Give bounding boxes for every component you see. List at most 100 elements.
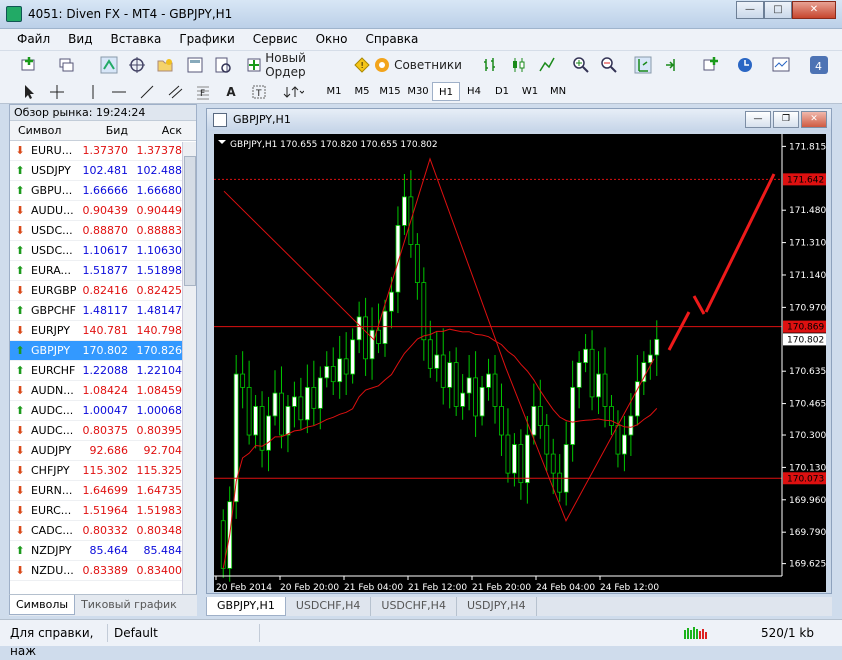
cursor-icon[interactable] bbox=[18, 81, 40, 103]
chart-close-icon[interactable]: ✕ bbox=[801, 111, 827, 128]
tab-symbols[interactable]: Символы bbox=[9, 595, 76, 615]
market-watch-row[interactable]: ⬇ EURC... 1.51964 1.51983 bbox=[10, 501, 196, 521]
timeframe-h4[interactable]: H4 bbox=[460, 82, 488, 101]
menu-help[interactable]: Справка bbox=[357, 29, 428, 50]
crosshair-active-icon[interactable] bbox=[98, 54, 120, 76]
timeframe-d1[interactable]: D1 bbox=[488, 82, 516, 101]
tab-tick-chart[interactable]: Тиковый график bbox=[75, 595, 183, 615]
zoom-out-icon[interactable] bbox=[598, 54, 620, 76]
market-watch-row[interactable]: ⬇ USDC... 0.88870 0.88883 bbox=[10, 221, 196, 241]
market-watch-row[interactable]: ⬇ AUDC... 0.80375 0.80395 bbox=[10, 421, 196, 441]
timeframe-h1[interactable]: H1 bbox=[432, 82, 460, 101]
candle-body bbox=[647, 354, 653, 364]
timeframe-m5[interactable]: M5 bbox=[348, 82, 376, 101]
market-watch-row[interactable]: ⬇ AUDN... 1.08424 1.08459 bbox=[10, 381, 196, 401]
autoscroll-icon[interactable] bbox=[632, 54, 654, 76]
profiles-icon[interactable] bbox=[56, 54, 78, 76]
market-watch-row[interactable]: ⬆ GBPJPY 170.802 170.826 bbox=[10, 341, 196, 361]
market-watch-row[interactable]: ⬆ GBPU... 1.66666 1.66680 bbox=[10, 181, 196, 201]
vertical-line-icon[interactable] bbox=[82, 81, 104, 103]
menu-tools[interactable]: Сервис bbox=[244, 29, 307, 50]
market-watch-row[interactable]: ⬇ EURGBP 0.82416 0.82425 bbox=[10, 281, 196, 301]
market-watch-row[interactable]: ⬇ CADC... 0.80332 0.80348 bbox=[10, 521, 196, 541]
market-watch-row[interactable]: ⬇ AUDJPY 92.686 92.704 bbox=[10, 441, 196, 461]
candlestick-icon[interactable] bbox=[508, 54, 530, 76]
menu-charts[interactable]: Графики bbox=[170, 29, 243, 50]
timeframe-m1[interactable]: M1 bbox=[320, 82, 348, 101]
new-chart-icon[interactable] bbox=[18, 54, 40, 76]
candle-body bbox=[550, 453, 556, 474]
text-tool-icon[interactable]: A bbox=[220, 81, 242, 103]
scroll-thumb[interactable] bbox=[184, 156, 196, 286]
terminal-sidebar-icon[interactable]: 4 bbox=[808, 54, 830, 76]
expert-advisors-button[interactable]: ! Советники bbox=[352, 54, 464, 76]
market-watch-row[interactable]: ⬆ AUDC... 1.00047 1.00068 bbox=[10, 401, 196, 421]
trendline-icon[interactable] bbox=[136, 81, 158, 103]
market-watch-row[interactable]: ⬆ EURA... 1.51877 1.51898 bbox=[10, 261, 196, 281]
candle-body bbox=[414, 244, 420, 284]
ask-value: 0.80395 bbox=[136, 424, 183, 437]
timeframe-m15[interactable]: M15 bbox=[376, 82, 404, 101]
horizontal-line-icon[interactable] bbox=[108, 81, 130, 103]
market-watch-row[interactable]: ⬇ NZDU... 0.83389 0.83400 bbox=[10, 561, 196, 581]
chart-tab-usdchf-h4-2[interactable]: USDCHF,H4 bbox=[371, 597, 457, 616]
market-watch-row[interactable]: ⬇ EURN... 1.64699 1.64735 bbox=[10, 481, 196, 501]
column-bid[interactable]: Бид bbox=[80, 121, 128, 140]
close-icon[interactable]: ✕ bbox=[792, 1, 836, 19]
column-symbol[interactable]: Символ bbox=[10, 121, 80, 140]
bar-chart-icon[interactable] bbox=[480, 54, 502, 76]
line-chart-icon[interactable] bbox=[536, 54, 558, 76]
text-label-icon[interactable]: T bbox=[248, 81, 270, 103]
market-watch-row[interactable]: ⬇ CHFJPY 115.302 115.325 bbox=[10, 461, 196, 481]
timeframe-m30[interactable]: M30 bbox=[404, 82, 432, 101]
menu-view[interactable]: Вид bbox=[59, 29, 101, 50]
ask-value: 170.826 bbox=[136, 344, 183, 357]
market-watch-row[interactable]: ⬆ NZDJPY 85.464 85.484 bbox=[10, 541, 196, 561]
chart-tab-gbpjpy-h1[interactable]: GBPJPY,H1 bbox=[206, 597, 286, 616]
candle-body bbox=[505, 434, 511, 474]
candle-body bbox=[389, 291, 394, 312]
indicators-icon[interactable] bbox=[700, 54, 722, 76]
bid-value: 85.464 bbox=[89, 544, 129, 557]
svg-text:T: T bbox=[255, 89, 262, 99]
menu-window[interactable]: Окно bbox=[307, 29, 357, 50]
periods-clock-icon[interactable] bbox=[734, 54, 756, 76]
market-watch-row[interactable]: ⬇ EURJPY 140.781 140.798 bbox=[10, 321, 196, 341]
market-watch-row[interactable]: ⬆ GBPCHF 1.48117 1.48147 bbox=[10, 301, 196, 321]
market-watch-row[interactable]: ⬆ USDJPY 102.481 102.488 bbox=[10, 161, 196, 181]
chart-restore-icon[interactable]: ❐ bbox=[773, 111, 799, 128]
menu-insert[interactable]: Вставка bbox=[101, 29, 170, 50]
maximize-icon[interactable]: □ bbox=[764, 1, 792, 19]
column-ask[interactable]: Аск bbox=[128, 121, 182, 140]
new-order-button[interactable]: Новый Ордер bbox=[246, 51, 346, 79]
zoom-in-icon[interactable] bbox=[570, 54, 592, 76]
arrow-down-icon: ⬇ bbox=[15, 223, 25, 237]
chart-minimize-icon[interactable]: — bbox=[745, 111, 771, 128]
arrow-down-icon: ⬇ bbox=[15, 383, 25, 397]
minimize-icon[interactable]: — bbox=[736, 1, 764, 19]
menu-file[interactable]: Файл bbox=[8, 29, 59, 50]
market-watch-scrollbar[interactable] bbox=[182, 142, 196, 599]
candle-body bbox=[434, 354, 440, 369]
strategy-tester-icon[interactable] bbox=[212, 54, 234, 76]
crosshair-tool-icon[interactable] bbox=[46, 81, 68, 103]
timeframe-mn[interactable]: MN bbox=[544, 82, 572, 101]
candle-body bbox=[473, 377, 478, 417]
market-watch-row[interactable]: ⬆ USDC... 1.10617 1.10630 bbox=[10, 241, 196, 261]
folder-star-icon[interactable] bbox=[154, 54, 176, 76]
timeframe-w1[interactable]: W1 bbox=[516, 82, 544, 101]
chart-tab-usdjpy-h4[interactable]: USDJPY,H4 bbox=[457, 597, 537, 616]
navigator-icon[interactable] bbox=[126, 54, 148, 76]
chart-shift-icon[interactable] bbox=[660, 54, 682, 76]
arrows-tool-icon[interactable] bbox=[282, 81, 304, 103]
price-chart[interactable]: 171.642 170.869 170.073 170.802 171.815 171.… bbox=[214, 134, 826, 592]
chart-tab-usdchf-h4[interactable]: USDCHF,H4 bbox=[286, 597, 372, 616]
templates-icon[interactable] bbox=[770, 54, 792, 76]
market-watch-row[interactable]: ⬇ EURU... 1.37370 1.37378 bbox=[10, 141, 196, 161]
terminal-icon[interactable] bbox=[184, 54, 206, 76]
market-watch-row[interactable]: ⬇ AUDU... 0.90439 0.90449 bbox=[10, 201, 196, 221]
market-watch-tabs: Символы Тиковый график bbox=[9, 594, 197, 616]
fibonacci-icon[interactable]: F bbox=[192, 81, 214, 103]
market-watch-row[interactable]: ⬆ EURCHF 1.22088 1.22104 bbox=[10, 361, 196, 381]
channel-icon[interactable] bbox=[164, 81, 186, 103]
